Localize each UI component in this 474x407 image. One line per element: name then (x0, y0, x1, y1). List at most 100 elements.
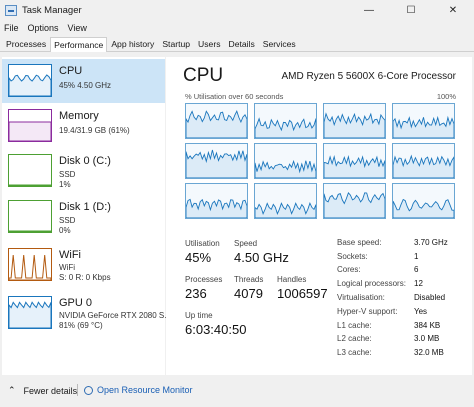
processor-name: AMD Ryzen 5 5600X 6-Core Processor (281, 71, 456, 82)
tab-app-history[interactable]: App history (107, 36, 158, 51)
sidebar-item-wifi[interactable]: WiFi WiFi S: 0 R: 0 Kbps (2, 243, 165, 287)
spec-value: 1 (414, 252, 419, 261)
uptime-value: 6:03:40:50 (185, 322, 247, 337)
sidebar-item-detail: 45% 4.50 GHz (59, 81, 112, 90)
tab-processes[interactable]: Processes (2, 36, 50, 51)
handles-label: Handles (277, 275, 307, 284)
logical-processor-graph (392, 143, 455, 179)
spec-value: Disabled (414, 293, 446, 302)
menu-bar: File Options View (0, 20, 474, 36)
utilisation-label: Utilisation (185, 239, 220, 248)
resource-sidebar: CPU 45% 4.50 GHz Memory 19.4/31.9 GB (61… (2, 57, 171, 375)
sidebar-item-title: Memory (59, 110, 99, 122)
sidebar-item-usage: 0% (59, 226, 71, 235)
handles-value: 1006597 (277, 286, 328, 301)
tab-performance[interactable]: Performance (50, 37, 108, 52)
spec-hyper-v: Hyper-V support: Yes (337, 307, 462, 319)
sidebar-item-detail: WiFi (59, 263, 75, 272)
sidebar-item-title: Disk 1 (D:) (59, 201, 111, 213)
spec-key: L3 cache: (337, 348, 372, 357)
sidebar-item-detail: NVIDIA GeForce RTX 2080 S... (59, 311, 171, 320)
spec-key: Base speed: (337, 238, 382, 247)
spec-value: Yes (414, 307, 428, 316)
graph-max-label: 100% (436, 92, 456, 101)
window-controls: — ☐ ✕ (348, 0, 474, 20)
sidebar-item-memory[interactable]: Memory 19.4/31.9 GB (61%) (2, 104, 165, 148)
spec-key: L1 cache: (337, 321, 372, 330)
spec-key: Logical processors: (337, 279, 406, 288)
menu-options[interactable]: Options (28, 23, 59, 33)
resource-monitor-icon (84, 385, 93, 395)
wifi-thumbnail-graph (8, 248, 52, 281)
sidebar-item-detail: SSD (59, 170, 76, 179)
spec-key: Virtualisation: (337, 293, 385, 302)
logical-processor-graphs (185, 103, 457, 219)
disk-0-thumbnail-graph (8, 154, 52, 187)
spec-value: 384 KB (414, 321, 441, 330)
fewer-details-label: Fewer details (23, 385, 78, 396)
graph-caption: % Utilisation over 60 seconds (185, 92, 284, 101)
spec-value: 3.70 GHz (414, 238, 448, 247)
minimize-button[interactable]: — (348, 0, 390, 20)
tab-startup[interactable]: Startup (158, 36, 194, 51)
gpu-thumbnail-graph (8, 296, 52, 329)
logical-processor-graph (185, 103, 248, 139)
sidebar-item-disk-1[interactable]: Disk 1 (D:) SSD 0% (2, 195, 165, 239)
processes-label: Processes (185, 275, 223, 284)
sidebar-item-detail: 19.4/31.9 GB (61%) (59, 126, 130, 135)
logical-processor-graph (254, 103, 317, 139)
cpu-detail-panel: CPU AMD Ryzen 5 5600X 6-Core Processor %… (166, 57, 472, 375)
tab-bar: Processes Performance App history Startu… (0, 36, 474, 52)
logical-processor-graph (254, 183, 317, 219)
sidebar-item-title: Disk 0 (C:) (59, 155, 111, 167)
logical-processor-graph (254, 143, 317, 179)
utilisation-value: 45% (185, 250, 212, 265)
spec-key: Hyper-V support: (337, 307, 398, 316)
footer-bar: ⌃ Fewer details Open Resource Monitor (0, 378, 474, 407)
tab-services[interactable]: Services (259, 36, 300, 51)
sidebar-item-title: WiFi (59, 249, 81, 261)
spec-cores: Cores: 6 (337, 265, 462, 277)
menu-file[interactable]: File (4, 23, 19, 33)
open-resource-monitor-link[interactable]: Open Resource Monitor (84, 385, 193, 395)
logical-processor-graph (323, 103, 386, 139)
logical-processor-graph (323, 143, 386, 179)
logical-processor-graph (185, 143, 248, 179)
spec-key: L2 cache: (337, 334, 372, 343)
disk-1-thumbnail-graph (8, 200, 52, 233)
fewer-details-button[interactable]: ⌃ Fewer details (8, 385, 77, 396)
close-button[interactable]: ✕ (432, 0, 474, 20)
spec-key: Cores: (337, 265, 361, 274)
sidebar-item-gpu-0[interactable]: GPU 0 NVIDIA GeForce RTX 2080 S... 81% (… (2, 291, 171, 335)
page-title: CPU (183, 65, 224, 86)
sidebar-item-usage: 1% (59, 180, 71, 189)
spec-value: 6 (414, 265, 419, 274)
sidebar-item-title: GPU 0 (59, 297, 93, 309)
tab-users[interactable]: Users (194, 36, 224, 51)
sidebar-item-detail: SSD (59, 216, 76, 225)
title-bar: Task Manager — ☐ ✕ (0, 0, 474, 20)
task-manager-icon (5, 4, 17, 16)
memory-thumbnail-graph (8, 109, 52, 142)
sidebar-item-usage: S: 0 R: 0 Kbps (59, 273, 111, 282)
cpu-thumbnail-graph (8, 64, 52, 97)
chevron-up-icon: ⌃ (8, 385, 16, 395)
window-title: Task Manager (22, 4, 82, 16)
menu-view[interactable]: View (68, 23, 87, 33)
spec-value: 3.0 MB (414, 334, 440, 343)
spec-l3-cache: L3 cache: 32.0 MB (337, 348, 462, 360)
threads-label: Threads (234, 275, 264, 284)
speed-label: Speed (234, 239, 258, 248)
sidebar-item-title: CPU (59, 65, 83, 77)
sidebar-item-cpu[interactable]: CPU 45% 4.50 GHz (2, 59, 165, 103)
logical-processor-graph (392, 183, 455, 219)
spec-key: Sockets: (337, 252, 368, 261)
maximize-button[interactable]: ☐ (390, 0, 432, 20)
logical-processor-graph (323, 183, 386, 219)
tab-details[interactable]: Details (225, 36, 259, 51)
sidebar-item-disk-0[interactable]: Disk 0 (C:) SSD 1% (2, 149, 165, 193)
sidebar-item-usage: 81% (69 °C) (59, 321, 103, 330)
processes-value: 236 (185, 286, 207, 301)
speed-value: 4.50 GHz (234, 250, 289, 265)
uptime-label: Up time (185, 311, 213, 320)
